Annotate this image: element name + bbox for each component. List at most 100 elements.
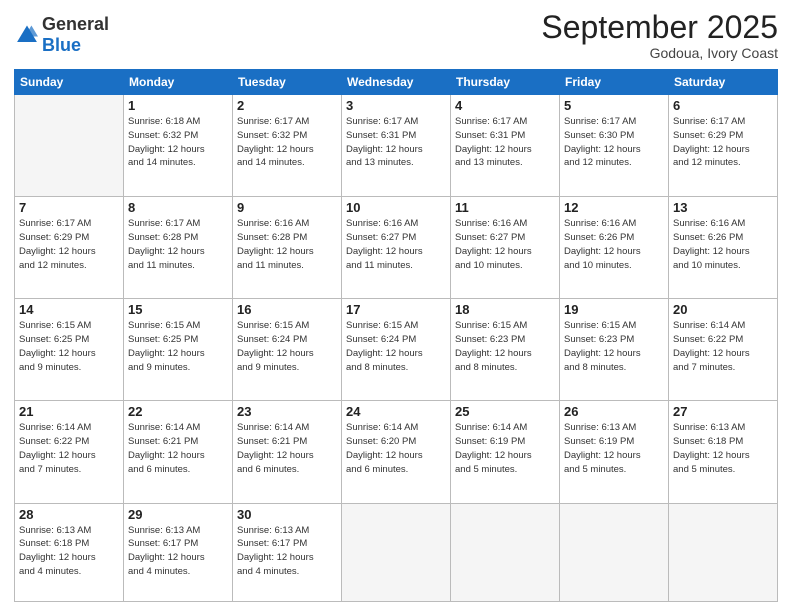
calendar-cell bbox=[15, 95, 124, 197]
day-number: 18 bbox=[455, 302, 555, 317]
day-number: 23 bbox=[237, 404, 337, 419]
calendar-cell: 11 Sunrise: 6:16 AMSunset: 6:27 PMDayligh… bbox=[451, 197, 560, 299]
calendar-cell: 6 Sunrise: 6:17 AMSunset: 6:29 PMDaylight… bbox=[669, 95, 778, 197]
day-number: 8 bbox=[128, 200, 228, 215]
calendar-cell: 1 Sunrise: 6:18 AMSunset: 6:32 PMDaylight… bbox=[124, 95, 233, 197]
logo-icon bbox=[16, 23, 38, 45]
logo-general-text: General bbox=[42, 14, 109, 34]
calendar-cell: 3Sunrise: 6:17 AMSunset: 6:31 PMDaylight… bbox=[342, 95, 451, 197]
day-number: 25 bbox=[455, 404, 555, 419]
day-info: Sunrise: 6:13 AMSunset: 6:18 PMDaylight:… bbox=[673, 421, 773, 476]
day-info: Sunrise: 6:15 AMSunset: 6:24 PMDaylight:… bbox=[346, 319, 446, 374]
calendar-cell: 14 Sunrise: 6:15 AMSunset: 6:25 PMDayligh… bbox=[15, 299, 124, 401]
day-info: Sunrise: 6:13 AMSunset: 6:19 PMDaylight:… bbox=[564, 421, 664, 476]
day-info: Sunrise: 6:17 AMSunset: 6:32 PMDaylight:… bbox=[237, 115, 337, 170]
calendar-cell: 12 Sunrise: 6:16 AMSunset: 6:26 PMDayligh… bbox=[560, 197, 669, 299]
calendar-cell: 18Sunrise: 6:15 AMSunset: 6:23 PMDayligh… bbox=[451, 299, 560, 401]
day-info: Sunrise: 6:14 AMSunset: 6:22 PMDaylight:… bbox=[673, 319, 773, 374]
day-number: 29 bbox=[128, 507, 228, 522]
calendar-cell bbox=[560, 503, 669, 601]
day-info: Sunrise: 6:14 AMSunset: 6:21 PMDaylight:… bbox=[237, 421, 337, 476]
calendar-cell: 27Sunrise: 6:13 AMSunset: 6:18 PMDayligh… bbox=[669, 401, 778, 503]
calendar-cell: 30 Sunrise: 6:13 AMSunset: 6:17 PMDayligh… bbox=[233, 503, 342, 601]
day-number: 9 bbox=[237, 200, 337, 215]
day-info: Sunrise: 6:14 AMSunset: 6:21 PMDaylight:… bbox=[128, 421, 228, 476]
week-row-5: 28 Sunrise: 6:13 AMSunset: 6:18 PMDayligh… bbox=[15, 503, 778, 601]
day-info: Sunrise: 6:15 AMSunset: 6:25 PMDaylight:… bbox=[128, 319, 228, 374]
day-number: 28 bbox=[19, 507, 119, 522]
day-number: 20 bbox=[673, 302, 773, 317]
calendar-cell: 10 Sunrise: 6:16 AMSunset: 6:27 PMDayligh… bbox=[342, 197, 451, 299]
day-number: 2 bbox=[237, 98, 337, 113]
location: Godoua, Ivory Coast bbox=[541, 45, 778, 61]
day-info: Sunrise: 6:13 AMSunset: 6:18 PMDaylight:… bbox=[19, 524, 119, 579]
day-info: Sunrise: 6:15 AMSunset: 6:23 PMDaylight:… bbox=[564, 319, 664, 374]
week-row-1: 1 Sunrise: 6:18 AMSunset: 6:32 PMDaylight… bbox=[15, 95, 778, 197]
day-number: 19 bbox=[564, 302, 664, 317]
day-number: 4 bbox=[455, 98, 555, 113]
day-number: 12 bbox=[564, 200, 664, 215]
day-number: 1 bbox=[128, 98, 228, 113]
day-number: 24 bbox=[346, 404, 446, 419]
col-friday: Friday bbox=[560, 70, 669, 95]
day-number: 21 bbox=[19, 404, 119, 419]
logo-blue-text: Blue bbox=[42, 35, 81, 55]
day-number: 6 bbox=[673, 98, 773, 113]
day-number: 5 bbox=[564, 98, 664, 113]
day-info: Sunrise: 6:15 AMSunset: 6:25 PMDaylight:… bbox=[19, 319, 119, 374]
day-info: Sunrise: 6:17 AMSunset: 6:30 PMDaylight:… bbox=[564, 115, 664, 170]
day-info: Sunrise: 6:15 AMSunset: 6:24 PMDaylight:… bbox=[237, 319, 337, 374]
calendar-cell bbox=[669, 503, 778, 601]
day-number: 15 bbox=[128, 302, 228, 317]
day-info: Sunrise: 6:14 AMSunset: 6:20 PMDaylight:… bbox=[346, 421, 446, 476]
col-tuesday: Tuesday bbox=[233, 70, 342, 95]
calendar-table: Sunday Monday Tuesday Wednesday Thursday… bbox=[14, 69, 778, 602]
day-info: Sunrise: 6:13 AMSunset: 6:17 PMDaylight:… bbox=[237, 524, 337, 579]
page: General Blue September 2025 Godoua, Ivor… bbox=[0, 0, 792, 612]
day-info: Sunrise: 6:17 AMSunset: 6:29 PMDaylight:… bbox=[673, 115, 773, 170]
calendar-cell: 20 Sunrise: 6:14 AMSunset: 6:22 PMDayligh… bbox=[669, 299, 778, 401]
day-info: Sunrise: 6:16 AMSunset: 6:27 PMDaylight:… bbox=[346, 217, 446, 272]
calendar-header-row: Sunday Monday Tuesday Wednesday Thursday… bbox=[15, 70, 778, 95]
day-info: Sunrise: 6:14 AMSunset: 6:19 PMDaylight:… bbox=[455, 421, 555, 476]
col-saturday: Saturday bbox=[669, 70, 778, 95]
day-info: Sunrise: 6:18 AMSunset: 6:32 PMDaylight:… bbox=[128, 115, 228, 170]
col-wednesday: Wednesday bbox=[342, 70, 451, 95]
day-number: 11 bbox=[455, 200, 555, 215]
calendar-cell: 29Sunrise: 6:13 AMSunset: 6:17 PMDayligh… bbox=[124, 503, 233, 601]
calendar-cell: 2 Sunrise: 6:17 AMSunset: 6:32 PMDaylight… bbox=[233, 95, 342, 197]
calendar-cell: 7 Sunrise: 6:17 AMSunset: 6:29 PMDaylight… bbox=[15, 197, 124, 299]
calendar-cell: 9 Sunrise: 6:16 AMSunset: 6:28 PMDaylight… bbox=[233, 197, 342, 299]
day-info: Sunrise: 6:17 AMSunset: 6:28 PMDaylight:… bbox=[128, 217, 228, 272]
day-info: Sunrise: 6:16 AMSunset: 6:26 PMDaylight:… bbox=[564, 217, 664, 272]
day-info: Sunrise: 6:16 AMSunset: 6:27 PMDaylight:… bbox=[455, 217, 555, 272]
day-number: 26 bbox=[564, 404, 664, 419]
week-row-3: 14 Sunrise: 6:15 AMSunset: 6:25 PMDayligh… bbox=[15, 299, 778, 401]
calendar-cell: 26 Sunrise: 6:13 AMSunset: 6:19 PMDayligh… bbox=[560, 401, 669, 503]
day-number: 16 bbox=[237, 302, 337, 317]
calendar-cell: 17Sunrise: 6:15 AMSunset: 6:24 PMDayligh… bbox=[342, 299, 451, 401]
calendar-cell bbox=[451, 503, 560, 601]
col-monday: Monday bbox=[124, 70, 233, 95]
day-number: 22 bbox=[128, 404, 228, 419]
day-number: 7 bbox=[19, 200, 119, 215]
col-thursday: Thursday bbox=[451, 70, 560, 95]
calendar-cell: 25 Sunrise: 6:14 AMSunset: 6:19 PMDayligh… bbox=[451, 401, 560, 503]
calendar-cell: 13Sunrise: 6:16 AMSunset: 6:26 PMDayligh… bbox=[669, 197, 778, 299]
day-number: 14 bbox=[19, 302, 119, 317]
title-block: September 2025 Godoua, Ivory Coast bbox=[541, 10, 778, 61]
calendar-cell: 4Sunrise: 6:17 AMSunset: 6:31 PMDaylight… bbox=[451, 95, 560, 197]
calendar-cell: 21 Sunrise: 6:14 AMSunset: 6:22 PMDayligh… bbox=[15, 401, 124, 503]
day-info: Sunrise: 6:17 AMSunset: 6:29 PMDaylight:… bbox=[19, 217, 119, 272]
day-info: Sunrise: 6:14 AMSunset: 6:22 PMDaylight:… bbox=[19, 421, 119, 476]
calendar-cell: 24 Sunrise: 6:14 AMSunset: 6:20 PMDayligh… bbox=[342, 401, 451, 503]
calendar-cell: 8 Sunrise: 6:17 AMSunset: 6:28 PMDaylight… bbox=[124, 197, 233, 299]
day-info: Sunrise: 6:16 AMSunset: 6:28 PMDaylight:… bbox=[237, 217, 337, 272]
calendar-cell: 5 Sunrise: 6:17 AMSunset: 6:30 PMDaylight… bbox=[560, 95, 669, 197]
calendar-cell: 23 Sunrise: 6:14 AMSunset: 6:21 PMDayligh… bbox=[233, 401, 342, 503]
month-title: September 2025 bbox=[541, 10, 778, 45]
col-sunday: Sunday bbox=[15, 70, 124, 95]
day-number: 10 bbox=[346, 200, 446, 215]
day-number: 30 bbox=[237, 507, 337, 522]
calendar-cell: 19 Sunrise: 6:15 AMSunset: 6:23 PMDayligh… bbox=[560, 299, 669, 401]
